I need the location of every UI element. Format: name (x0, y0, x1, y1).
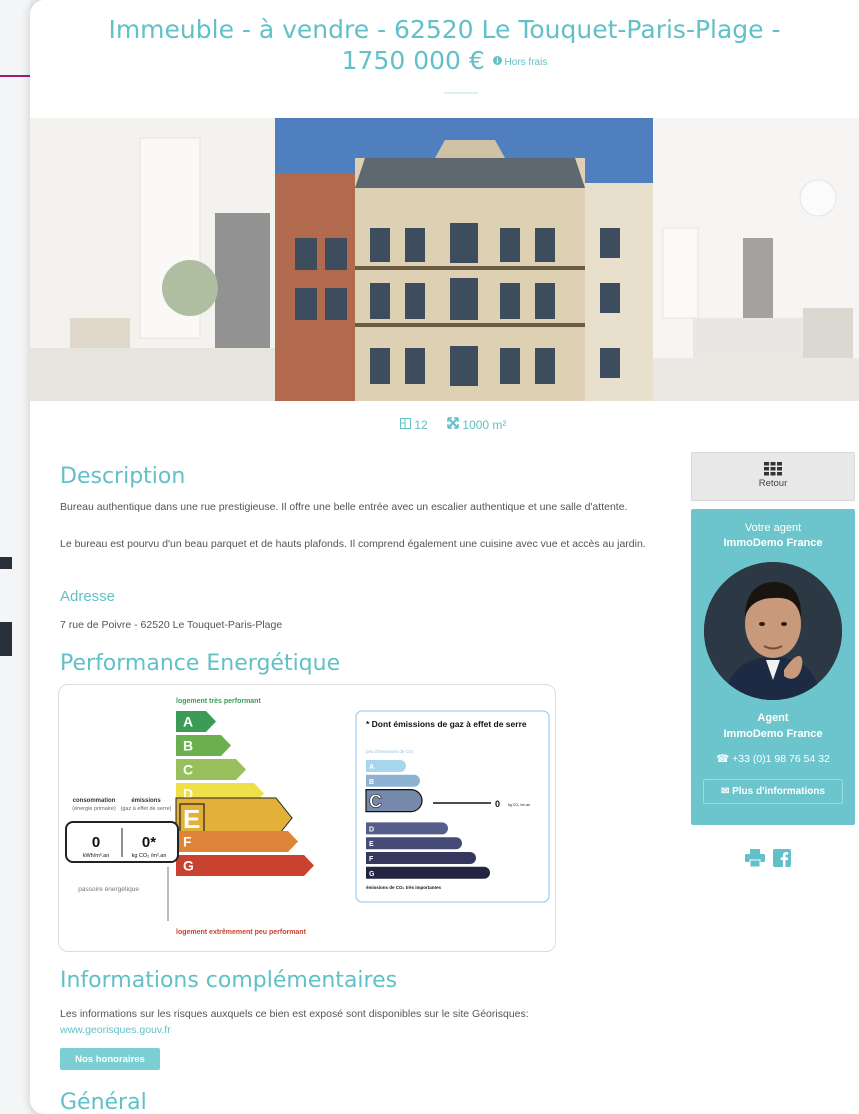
ges-class-letter-e: E (369, 841, 374, 848)
ges-class-letter-a: A (369, 764, 374, 771)
agent-agency: ImmoDemo France (723, 728, 823, 740)
fees-button[interactable]: Nos honoraires (60, 1048, 160, 1070)
agency-name: ImmoDemo France (723, 537, 823, 549)
emissions-unit: kg CO₂ /m².an (132, 853, 167, 859)
price-note-text: Hors frais (504, 56, 548, 68)
passoire-label: passoire énergétique (78, 886, 139, 893)
address-value: 7 rue de Poivre - 62520 Le Touquet-Paris… (60, 619, 283, 631)
georisques-link[interactable]: www.georisques.gouv.fr (60, 1024, 171, 1036)
expand-icon (447, 417, 459, 429)
phone-icon: ☎ (716, 753, 730, 765)
phone-number: +33 (0)1 98 76 54 32 (732, 753, 830, 765)
ges-high-label: émissions de CO₂ très importantes (366, 885, 442, 890)
ges-title: * Dont émissions de gaz à effet de serre (366, 719, 527, 729)
mail-icon: ✉ (720, 786, 730, 797)
property-title: Immeuble - à vendre - 62520 Le Touquet-P… (30, 14, 859, 78)
back-label: Retour (758, 478, 788, 489)
dpe-class-bar-f (176, 831, 298, 852)
background-block (0, 622, 12, 656)
description-para-1: Bureau authentique dans une rue prestigi… (60, 501, 628, 513)
consumption-value: 0 (92, 834, 100, 851)
more-info-button[interactable]: ✉ Plus d'informations (703, 779, 843, 804)
ges-value: 0 (495, 799, 500, 809)
gallery-next-photo[interactable] (653, 118, 859, 401)
grid-icon (764, 462, 782, 476)
ges-unit: kg CO₂ /m².an (508, 803, 530, 807)
agent-intro: Votre agent (744, 522, 802, 534)
background-page-strip (0, 0, 30, 1114)
description-para-2: Le bureau est pourvu d'un beau parquet e… (60, 538, 646, 550)
address-heading: Adresse (60, 588, 116, 605)
ges-class-letter-c: C (369, 792, 382, 812)
avatar (704, 562, 842, 700)
dpe-class-letter-g: G (183, 858, 194, 874)
more-info-label: Plus d'informations (732, 786, 826, 797)
info-heading: Informations complémentaires (60, 968, 398, 993)
floorplan-icon (400, 418, 411, 429)
ges-class-letter-g: G (369, 871, 375, 878)
general-heading: Général (60, 1090, 147, 1114)
print-icon[interactable] (745, 849, 765, 867)
energy-label-box: logement très performant logement extrêm… (58, 684, 556, 952)
ges-class-bar-d (366, 822, 448, 835)
consumption-label: consommation (73, 798, 116, 804)
background-block (0, 557, 12, 569)
gallery-prev-photo[interactable] (30, 118, 275, 401)
property-specs: 12 1000 m² (400, 417, 522, 432)
agent-card: Votre agent ImmoDemo France Agent ImmoDe… (691, 509, 855, 825)
dpe-top-label: logement très performant (176, 698, 261, 705)
agent-title: Agent (757, 712, 789, 724)
area-spec: 1000 m² (447, 417, 514, 432)
ges-class-bar-f (366, 852, 476, 864)
rooms-spec: 12 (400, 418, 439, 432)
share-actions (745, 848, 805, 868)
ges-low-label: peu d'émissions de CO₂ (366, 749, 414, 754)
price-note: Hors frais (492, 55, 548, 68)
description-heading: Description (60, 464, 186, 489)
area-value: 1000 m² (462, 418, 507, 432)
ges-class-bar-g (366, 866, 490, 879)
photo-gallery[interactable] (30, 118, 859, 401)
dpe-class-bar-g (176, 855, 314, 876)
agent-phone[interactable]: ☎ +33 (0)1 98 76 54 32 (691, 752, 855, 767)
facebook-icon[interactable] (773, 849, 791, 867)
title-line: Immeuble - à vendre - 62520 Le Touquet-P… (108, 15, 781, 44)
ges-class-letter-d: D (369, 826, 374, 833)
rooms-value: 12 (414, 418, 428, 432)
info-icon (492, 55, 502, 65)
energy-label-chart: logement très performant logement extrêm… (65, 698, 550, 936)
emissions-value: 0* (142, 834, 156, 851)
gallery-main-photo[interactable] (275, 118, 653, 401)
dpe-class-letter-b: B (183, 738, 193, 754)
ges-class-bar-b (366, 774, 420, 787)
dpe-class-letter-a: A (183, 714, 193, 730)
consumption-sub: (énergie primaire) (72, 806, 116, 812)
property-card: Immeuble - à vendre - 62520 Le Touquet-P… (30, 0, 859, 1114)
ges-class-bar-e (366, 837, 463, 850)
title-divider (444, 92, 478, 94)
price: 1750 000 € (341, 46, 485, 75)
energy-heading: Performance Energétique (60, 651, 341, 676)
dpe-class-bar-a (176, 711, 216, 732)
ges-class-letter-f: F (369, 856, 374, 863)
dpe-class-letter-e: E (183, 804, 200, 834)
emissions-sub: (gaz à effet de serre) (121, 806, 172, 812)
emissions-label: émissions (131, 798, 161, 804)
dpe-bottom-label: logement extrêmement peu performant (176, 929, 307, 936)
dpe-class-letter-f: F (183, 834, 192, 850)
back-button[interactable]: Retour (691, 452, 855, 501)
consumption-unit: kWh/m².an (83, 853, 110, 859)
ges-class-letter-b: B (369, 779, 374, 786)
info-text: Les informations sur les risques auxquel… (60, 1008, 529, 1020)
dpe-class-letter-c: C (183, 762, 193, 778)
